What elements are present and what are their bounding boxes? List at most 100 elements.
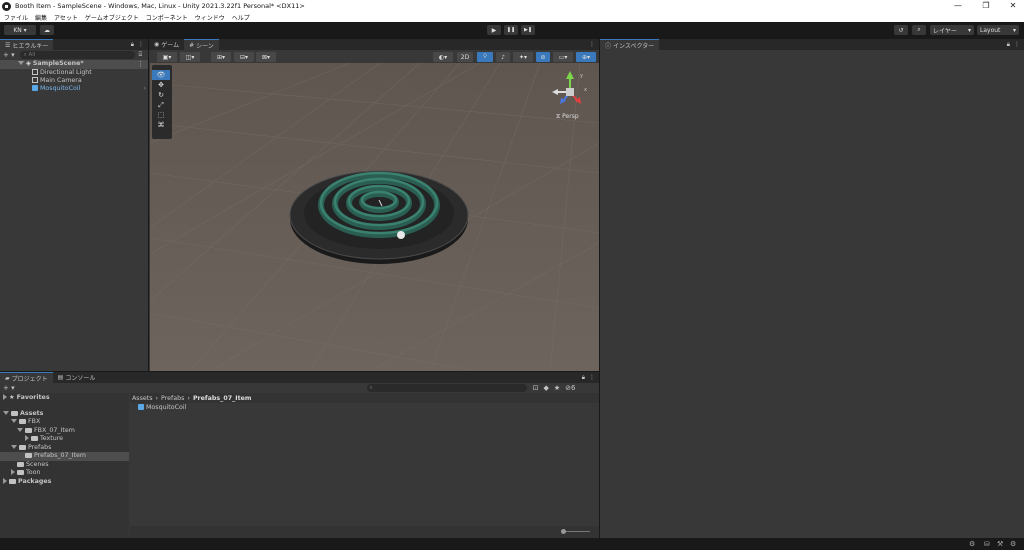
packages-row[interactable]: Packages bbox=[3, 478, 51, 486]
progress-icon[interactable]: ⚙ bbox=[969, 540, 975, 548]
project-search-input[interactable]: ⌕ bbox=[366, 384, 527, 392]
view-tool-icon[interactable]: 👁︎ bbox=[152, 70, 170, 80]
create-button[interactable]: + ▾ bbox=[3, 384, 15, 392]
hidden-packages-button[interactable]: ⊘6 bbox=[565, 384, 575, 392]
transform-tool-icon[interactable]: ⌘ bbox=[152, 120, 170, 130]
tab-project[interactable]: ▰ プロジェクト bbox=[0, 372, 53, 383]
chevron-right-icon[interactable]: › bbox=[143, 85, 146, 93]
tab-inspector[interactable]: ⓘ インスペクター bbox=[600, 39, 660, 50]
assets-row[interactable]: Assets bbox=[3, 410, 43, 418]
favorite-star-icon[interactable]: ★ bbox=[554, 384, 560, 392]
more-options-icon[interactable]: ⋮ bbox=[589, 41, 595, 48]
scale-tool-icon[interactable]: ⤢ bbox=[152, 100, 170, 110]
scene-filter-icon[interactable]: ⌸ bbox=[139, 51, 143, 59]
menu-help[interactable]: ヘルプ bbox=[232, 13, 250, 22]
favorites-row[interactable]: ★ Favorites bbox=[3, 394, 50, 402]
mosquito-coil-model[interactable] bbox=[289, 170, 469, 264]
folder-texture[interactable]: Texture bbox=[25, 435, 63, 443]
cloud-button[interactable]: ☁ bbox=[40, 25, 54, 35]
camera-dropdown[interactable]: ▭▾ bbox=[553, 52, 573, 62]
breadcrumb-current[interactable]: Prefabs_07_Item bbox=[193, 395, 251, 402]
grid-dropdown[interactable]: ⊟▾ bbox=[234, 52, 254, 62]
menu-file[interactable]: ファイル bbox=[4, 13, 28, 22]
layout-dropdown[interactable]: Layout ▾ bbox=[977, 25, 1019, 35]
expand-triangle-icon[interactable] bbox=[18, 61, 24, 65]
step-button[interactable]: ▶❚ bbox=[521, 25, 535, 35]
folder-prefabs-07-item[interactable]: Prefabs_07_Item bbox=[25, 452, 86, 460]
tab-game[interactable]: ◉ ゲーム bbox=[149, 39, 185, 50]
perspective-label[interactable]: ⧖ Persp bbox=[556, 113, 579, 121]
search-by-type-icon[interactable]: ⊡ bbox=[533, 384, 539, 392]
search-button[interactable]: ⌕ bbox=[912, 25, 926, 35]
pivot-dropdown[interactable]: ◫▾ bbox=[180, 52, 200, 62]
gizmos-dropdown[interactable]: ⊕▾ bbox=[576, 52, 596, 62]
project-folder-tree: ★ Favorites Assets FBX FBX_07_Item Textu… bbox=[0, 393, 129, 538]
more-options-icon[interactable]: ⋮ bbox=[137, 60, 144, 68]
increment-dropdown[interactable]: ⊠▾ bbox=[256, 52, 276, 62]
expand-triangle-icon[interactable] bbox=[17, 428, 23, 432]
menu-gameobject[interactable]: ゲームオブジェクト bbox=[85, 13, 139, 22]
hierarchy-item-mosquitocoil[interactable]: MosquitoCoil › bbox=[32, 85, 146, 93]
effects-dropdown[interactable]: ✦▾ bbox=[513, 52, 533, 62]
folder-fbx[interactable]: FBX bbox=[11, 418, 40, 426]
minimize-button[interactable]: — bbox=[950, 0, 966, 12]
layers-dropdown[interactable]: レイヤー ▾ bbox=[930, 25, 974, 35]
menu-window[interactable]: ウィンドウ bbox=[195, 13, 225, 22]
undo-history-button[interactable]: ↺ bbox=[894, 25, 908, 35]
more-options-icon[interactable]: ⋮ bbox=[138, 41, 144, 48]
expand-triangle-icon[interactable] bbox=[11, 445, 17, 449]
folder-scenes[interactable]: Scenes bbox=[17, 461, 48, 469]
account-dropdown[interactable]: KN ▾ bbox=[4, 25, 36, 35]
zoom-slider-thumb[interactable] bbox=[561, 529, 566, 534]
tab-scene[interactable]: # シーン bbox=[184, 39, 219, 50]
rotate-tool-icon[interactable]: ↻ bbox=[152, 90, 170, 100]
hidden-objects-toggle[interactable]: ⊘ bbox=[536, 52, 550, 62]
hierarchy-item-directional-light[interactable]: Directional Light bbox=[32, 69, 92, 77]
scene-row[interactable]: ◈ SampleScene* ⋮ bbox=[0, 60, 148, 69]
menu-assets[interactable]: アセット bbox=[54, 13, 78, 22]
folder-prefabs[interactable]: Prefabs bbox=[11, 444, 51, 452]
scene-viewport[interactable]: y x ⧖ Persp 👁︎ ✥ ↻ ⤢ ⬚ ⌘ bbox=[150, 63, 599, 371]
collapse-triangle-icon[interactable] bbox=[3, 394, 7, 400]
tab-hierarchy[interactable]: ☰ ヒエラルキー bbox=[0, 39, 54, 50]
folder-toon[interactable]: Toon bbox=[11, 469, 40, 477]
shading-mode-dropdown[interactable]: ◐▾ bbox=[433, 52, 453, 62]
hierarchy-item-main-camera[interactable]: Main Camera bbox=[32, 77, 82, 85]
more-options-icon[interactable]: ⋮ bbox=[1014, 41, 1020, 48]
more-options-icon[interactable]: ⋮ bbox=[589, 374, 595, 381]
2d-toggle[interactable]: 2D bbox=[457, 52, 473, 62]
menu-edit[interactable]: 編集 bbox=[35, 13, 47, 22]
tab-console[interactable]: ▤ コンソール bbox=[52, 372, 101, 383]
search-by-label-icon[interactable]: ◆ bbox=[543, 384, 548, 392]
settings-icon[interactable]: ⚙ bbox=[1010, 540, 1016, 548]
maximize-button[interactable]: ❐ bbox=[978, 0, 994, 12]
pause-button[interactable]: ❚❚ bbox=[504, 25, 518, 35]
collapse-triangle-icon[interactable] bbox=[11, 469, 15, 475]
audio-toggle[interactable]: ♪ bbox=[496, 52, 510, 62]
lock-icon[interactable]: 🔒︎ bbox=[131, 41, 134, 49]
lighting-toggle[interactable]: 💡︎ bbox=[477, 52, 493, 62]
collapse-triangle-icon[interactable] bbox=[25, 435, 29, 441]
collapse-triangle-icon[interactable] bbox=[3, 478, 7, 484]
close-button[interactable]: ✕ bbox=[1005, 0, 1021, 12]
lock-icon[interactable]: 🔒︎ bbox=[582, 374, 585, 382]
draw-mode-dropdown[interactable]: ▣▾ bbox=[157, 52, 177, 62]
play-button[interactable]: ▶ bbox=[487, 25, 501, 35]
zoom-slider-track[interactable] bbox=[562, 531, 590, 532]
add-button[interactable]: + ▾ bbox=[3, 51, 15, 59]
menu-component[interactable]: コンポーネント bbox=[146, 13, 188, 22]
move-tool-icon[interactable]: ✥ bbox=[152, 80, 170, 90]
rect-tool-icon[interactable]: ⬚ bbox=[152, 110, 170, 120]
snap-dropdown[interactable]: ⊞▾ bbox=[211, 52, 231, 62]
lock-icon[interactable]: 🔒︎ bbox=[1007, 41, 1010, 49]
scene-panel: ◉ ゲーム # シーン ⋮ ▣▾ ◫▾ ⊞▾ ⊟▾ ⊠▾ ◐▾ 2D 💡︎ ♪ ✦▾… bbox=[149, 39, 599, 371]
cache-icon[interactable]: ⛁ bbox=[984, 540, 990, 548]
breadcrumb-prefabs[interactable]: Prefabs bbox=[161, 395, 184, 402]
expand-triangle-icon[interactable] bbox=[11, 419, 17, 423]
debug-icon[interactable]: ⚒ bbox=[997, 540, 1003, 548]
breadcrumb-assets[interactable]: Assets bbox=[132, 395, 153, 402]
hierarchy-search-input[interactable]: ⌕ All bbox=[19, 51, 135, 59]
file-mosquitocoil[interactable]: MosquitoCoil bbox=[138, 404, 186, 412]
folder-fbx-07-item[interactable]: FBX_07_Item bbox=[17, 427, 75, 435]
expand-triangle-icon[interactable] bbox=[3, 411, 9, 415]
